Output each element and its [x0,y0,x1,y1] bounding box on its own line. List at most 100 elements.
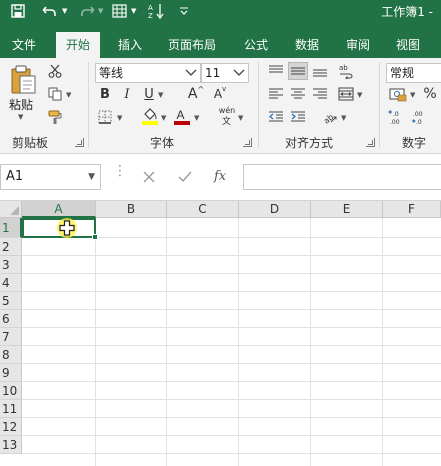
accounting-dropdown-icon[interactable]: ▼ [410,91,415,99]
tab-file[interactable]: 文件 [2,32,46,58]
align-top-icon[interactable] [266,62,286,80]
row-header[interactable]: 12 [0,418,22,436]
phonetic-dropdown-icon[interactable]: ▼ [238,114,243,122]
copy-icon[interactable] [46,85,64,103]
merge-dropdown-icon[interactable]: ▼ [357,91,362,99]
border-dropdown-icon[interactable]: ▼ [117,114,122,122]
border-icon[interactable] [96,108,114,126]
italic-button[interactable]: I [118,85,136,103]
formula-bar-grip-icon[interactable]: ⋮ [113,164,127,178]
redo-icon[interactable] [78,1,96,21]
form-dropdown-icon[interactable]: ▼ [131,7,136,15]
svg-text:.0: .0 [416,119,422,125]
percent-button[interactable]: % [421,85,439,103]
form-icon[interactable] [110,1,128,21]
row-header[interactable]: 11 [0,400,22,418]
column-header-e[interactable]: E [311,201,383,218]
tab-formulas[interactable]: 公式 [234,32,278,58]
align-middle-icon[interactable] [288,62,308,80]
group-separator [258,62,259,148]
customize-qat-icon[interactable] [178,1,190,21]
row-header[interactable]: 7 [0,328,22,346]
tab-view[interactable]: 视图 [386,32,430,58]
decrease-decimal-icon[interactable]: .00.0 [410,108,430,126]
fill-handle[interactable] [92,234,98,240]
align-right-icon[interactable] [310,85,330,103]
orientation-icon[interactable]: ab [320,108,340,126]
merge-center-icon[interactable] [336,85,356,103]
row-header[interactable]: 1 [0,218,22,238]
tab-insert[interactable]: 插入 [108,32,152,58]
column-header-c[interactable]: C [167,201,239,218]
worksheet-grid[interactable]: A B C D E F 1 2 3 4 5 6 7 8 9 10 11 12 1… [0,201,441,466]
svg-text:Z: Z [148,12,153,19]
paste-button[interactable]: 粘贴 [9,96,33,113]
font-launcher-icon[interactable] [243,138,252,147]
sort-az-icon[interactable]: AZ [146,1,166,21]
caret-up-icon: ^ [197,84,205,94]
number-format-select[interactable]: 常规 [386,63,441,83]
underline-dropdown-icon[interactable]: ▼ [158,91,163,99]
row-header[interactable]: 9 [0,364,22,382]
row-header[interactable]: 6 [0,310,22,328]
cut-icon[interactable] [46,62,64,80]
insert-function-button[interactable]: fx [214,164,226,190]
cancel-entry-icon[interactable] [142,164,156,190]
align-left-icon[interactable] [266,85,286,103]
chevron-down-icon: ▼ [88,172,95,182]
svg-text:.00: .00 [413,111,423,118]
undo-dropdown-icon[interactable]: ▼ [62,7,67,15]
row-header[interactable]: 4 [0,274,22,292]
font-color-dropdown-icon[interactable]: ▼ [194,114,199,122]
format-painter-icon[interactable] [46,108,64,126]
tab-review[interactable]: 审阅 [336,32,380,58]
row-header[interactable]: 13 [0,436,22,454]
column-header-b[interactable]: B [96,201,167,218]
accounting-format-icon[interactable] [387,85,409,103]
fill-color-dropdown-icon[interactable]: ▼ [161,114,166,122]
copy-dropdown-icon[interactable]: ▼ [66,91,71,99]
row-header[interactable]: 3 [0,256,22,274]
paste-icon[interactable] [8,64,40,96]
clipboard-launcher-icon[interactable] [75,138,84,147]
row-header[interactable]: 5 [0,292,22,310]
row-header[interactable]: 10 [0,382,22,400]
select-all-button[interactable] [0,201,22,218]
gridline [22,309,441,310]
confirm-entry-icon[interactable] [177,164,193,190]
ribbon-home: 粘贴 ▼ ▼ 剪贴板 等线 11 B I U ▼ A ^ Av ▼ ▼ A ▼ … [0,58,441,154]
undo-icon[interactable] [40,1,58,21]
name-box[interactable]: A1 ▼ [0,164,101,190]
column-header-f[interactable]: F [383,201,441,218]
paste-dropdown-icon[interactable]: ▼ [18,113,23,121]
font-size-select[interactable]: 11 [201,63,249,83]
bold-button[interactable]: B [96,85,114,103]
redo-dropdown-icon[interactable]: ▼ [98,7,103,15]
increase-indent-icon[interactable] [288,108,308,126]
formula-input[interactable] [243,164,441,190]
column-header-d[interactable]: D [239,201,311,218]
wrap-text-icon[interactable]: ab [336,62,356,80]
shrink-font-button[interactable]: Av [210,85,230,103]
row-header[interactable]: 2 [0,238,22,256]
align-bottom-icon[interactable] [310,62,330,80]
underline-button[interactable]: U [140,85,158,103]
tab-home[interactable]: 开始 [56,32,101,58]
save-icon[interactable] [9,1,27,21]
font-color-icon[interactable]: A [172,106,192,126]
row-header[interactable]: 8 [0,346,22,364]
grow-font-button[interactable]: A ^ [186,85,206,103]
font-name-select[interactable]: 等线 [95,63,201,83]
column-header-a[interactable]: A [22,201,96,218]
tab-data[interactable]: 数据 [285,32,329,58]
align-center-icon[interactable] [288,85,308,103]
increase-decimal-icon[interactable]: .0.00 [387,108,407,126]
decrease-indent-icon[interactable] [266,108,286,126]
phonetic-label: wén [218,106,236,115]
fill-color-icon[interactable] [140,106,160,126]
gridline [95,218,96,466]
alignment-launcher-icon[interactable] [366,138,375,147]
phonetic-button[interactable]: wén 文 [216,106,238,126]
tab-page-layout[interactable]: 页面布局 [158,32,226,58]
orientation-dropdown-icon[interactable]: ▼ [341,114,346,122]
